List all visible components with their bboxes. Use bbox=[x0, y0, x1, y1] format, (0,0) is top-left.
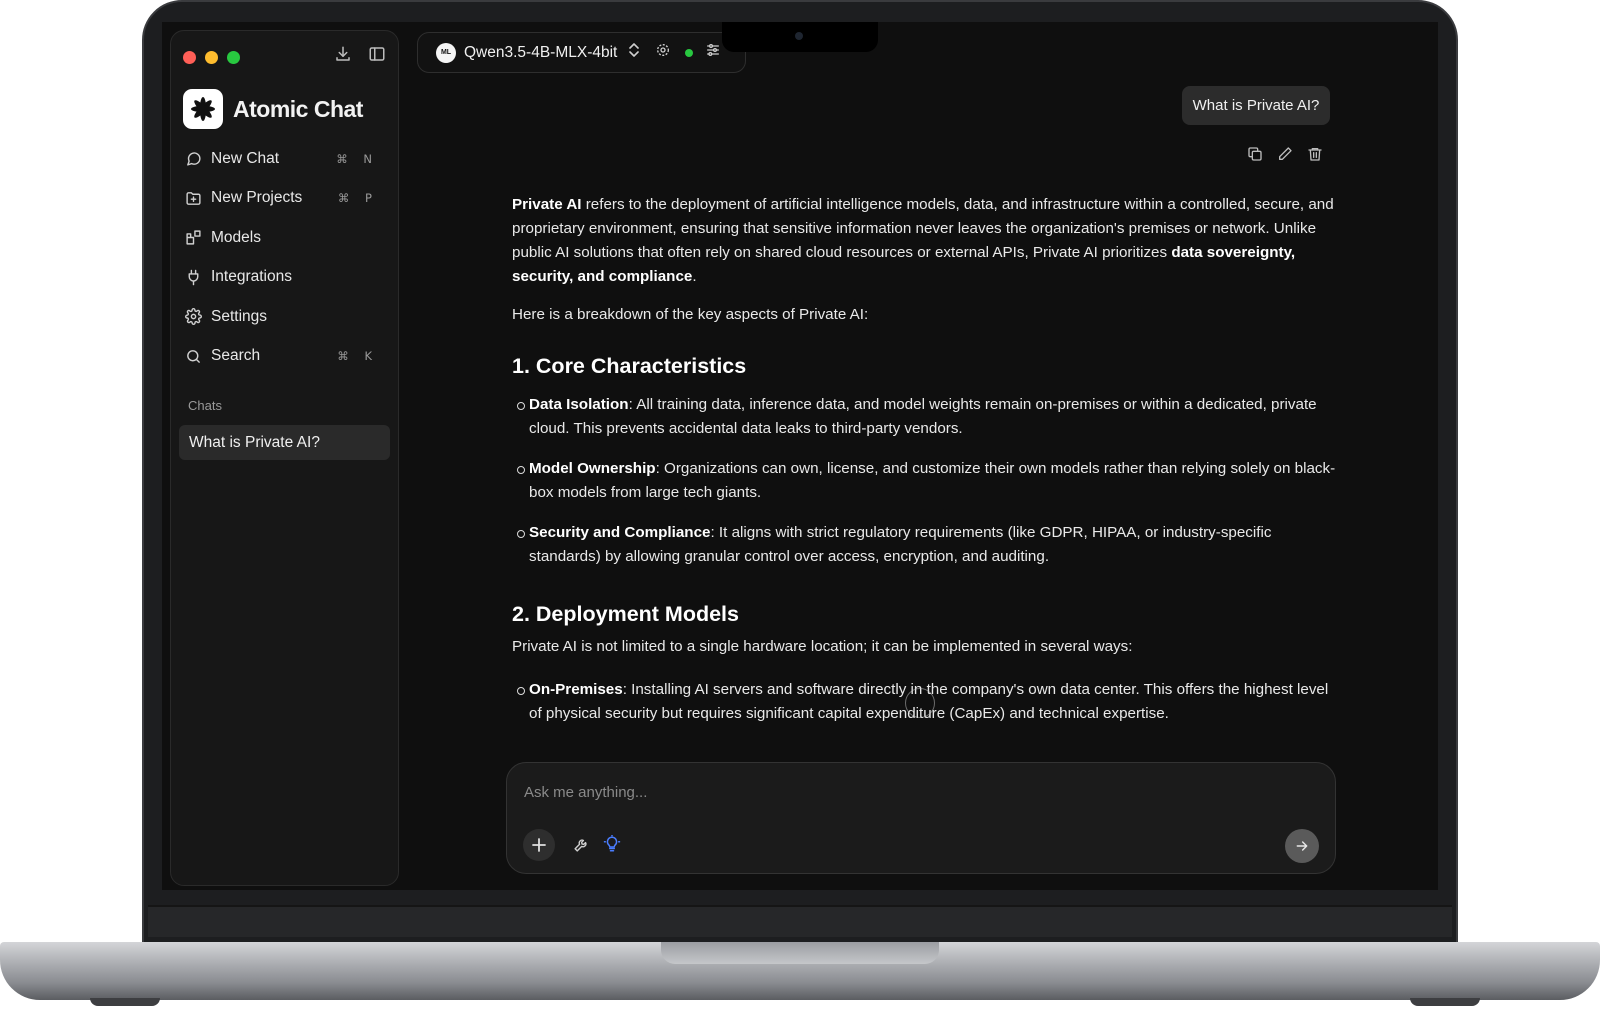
sidebar: Atomic Chat New Chat ⌘ N New Projects ⌘ … bbox=[170, 30, 399, 886]
list-item-term: Security and Compliance bbox=[529, 524, 711, 541]
section-heading: 2. Deployment Models bbox=[512, 602, 739, 626]
message-input[interactable] bbox=[524, 779, 1284, 805]
folder-plus-icon bbox=[184, 189, 202, 207]
camera-notch bbox=[722, 22, 878, 52]
list-item-term: On-Premises bbox=[529, 681, 623, 698]
sidebar-item-models[interactable]: Models bbox=[171, 218, 398, 258]
brand: Atomic Chat bbox=[183, 89, 363, 129]
list-item-term: Data Isolation bbox=[529, 396, 629, 413]
sidebar-item-integrations[interactable]: Integrations bbox=[171, 258, 398, 298]
app-name: Atomic Chat bbox=[233, 95, 363, 122]
message-actions bbox=[1247, 146, 1323, 162]
sidebar-item-label: Integrations bbox=[211, 268, 292, 286]
reasoning-bulb-icon[interactable] bbox=[603, 834, 621, 858]
keyboard-shortcut: ⌘ K bbox=[337, 349, 378, 364]
sidebar-item-label: New Chat bbox=[211, 149, 280, 167]
assistant-message: Private AI refers to the deployment of a… bbox=[512, 193, 1337, 742]
search-icon bbox=[184, 347, 202, 365]
answer-breakdown: Here is a breakdown of the key aspects o… bbox=[512, 306, 869, 323]
copy-icon[interactable] bbox=[1247, 146, 1263, 162]
arrow-right-icon bbox=[1296, 841, 1308, 851]
answer-intro-end: . bbox=[692, 268, 697, 285]
sidebar-nav: New Chat ⌘ N New Projects ⌘ P Models Int… bbox=[171, 139, 398, 376]
list-item: Model Ownership: Organizations can own, … bbox=[512, 457, 1337, 505]
answer-intro-term: Private AI bbox=[512, 196, 582, 213]
model-selector[interactable]: Qwen3.5-4B-MLX-4bit bbox=[464, 44, 617, 62]
plug-icon bbox=[184, 268, 202, 286]
laptop-chin bbox=[148, 905, 1452, 937]
gear-icon bbox=[184, 308, 202, 326]
chats-section-label: Chats bbox=[188, 398, 222, 413]
sidebar-item-label: Models bbox=[211, 228, 261, 246]
sliders-icon[interactable] bbox=[705, 42, 721, 63]
sidebar-item-search[interactable]: Search ⌘ K bbox=[171, 337, 398, 377]
keyboard-shortcut: ⌘ P bbox=[337, 191, 378, 206]
model-selector-bar: ML Qwen3.5-4B-MLX-4bit bbox=[417, 32, 746, 73]
laptop-foot bbox=[90, 998, 160, 1006]
list-item: Data Isolation: All training data, infer… bbox=[512, 393, 1337, 441]
send-button[interactable] bbox=[1285, 829, 1319, 863]
section-intro: Private AI is not limited to a single ha… bbox=[512, 638, 1133, 655]
laptop-hinge-cutout bbox=[661, 942, 939, 964]
blocks-icon bbox=[184, 229, 202, 247]
edit-pencil-icon[interactable] bbox=[1277, 146, 1293, 162]
sidebar-item-label: Search bbox=[211, 347, 261, 365]
keyboard-shortcut: ⌘ N bbox=[336, 151, 378, 166]
sidebar-toolbar bbox=[334, 45, 386, 63]
mouse-cursor-indicator bbox=[905, 688, 935, 718]
chat-history-item[interactable]: What is Private AI? bbox=[179, 425, 390, 460]
model-provider-badge: ML bbox=[436, 42, 456, 63]
sidebar-item-settings[interactable]: Settings bbox=[171, 297, 398, 337]
atomic-chat-logo-icon bbox=[183, 89, 223, 129]
plus-icon bbox=[532, 838, 546, 852]
maximize-window-button[interactable] bbox=[227, 51, 240, 64]
sidebar-item-label: New Projects bbox=[211, 189, 303, 207]
window-controls bbox=[183, 51, 240, 64]
model-settings-gear-icon[interactable] bbox=[655, 42, 671, 63]
minimize-window-button[interactable] bbox=[205, 51, 218, 64]
toggle-sidebar-icon[interactable] bbox=[368, 45, 386, 63]
message-composer bbox=[506, 762, 1336, 874]
list-item-text: : All training data, inference data, and… bbox=[529, 396, 1317, 437]
user-message-bubble: What is Private AI? bbox=[1182, 86, 1330, 125]
sidebar-item-new-chat[interactable]: New Chat ⌘ N bbox=[171, 139, 398, 179]
tools-wrench-icon[interactable] bbox=[573, 836, 590, 858]
sidebar-item-new-projects[interactable]: New Projects ⌘ P bbox=[171, 179, 398, 219]
trash-icon[interactable] bbox=[1307, 146, 1323, 162]
sidebar-item-label: Settings bbox=[211, 307, 268, 325]
list-item: Security and Compliance: It aligns with … bbox=[512, 521, 1337, 569]
section-heading: 1. Core Characteristics bbox=[512, 354, 747, 378]
laptop-foot bbox=[1410, 998, 1480, 1006]
close-window-button[interactable] bbox=[183, 51, 196, 64]
answer-intro: Private AI refers to the deployment of a… bbox=[512, 193, 1337, 289]
chat-bubble-icon bbox=[184, 150, 202, 168]
add-attachment-button[interactable] bbox=[523, 829, 555, 861]
download-icon[interactable] bbox=[334, 45, 352, 63]
chevron-up-down-icon[interactable] bbox=[627, 42, 641, 63]
list-item-term: Model Ownership bbox=[529, 460, 656, 477]
model-status-indicator bbox=[685, 48, 694, 57]
